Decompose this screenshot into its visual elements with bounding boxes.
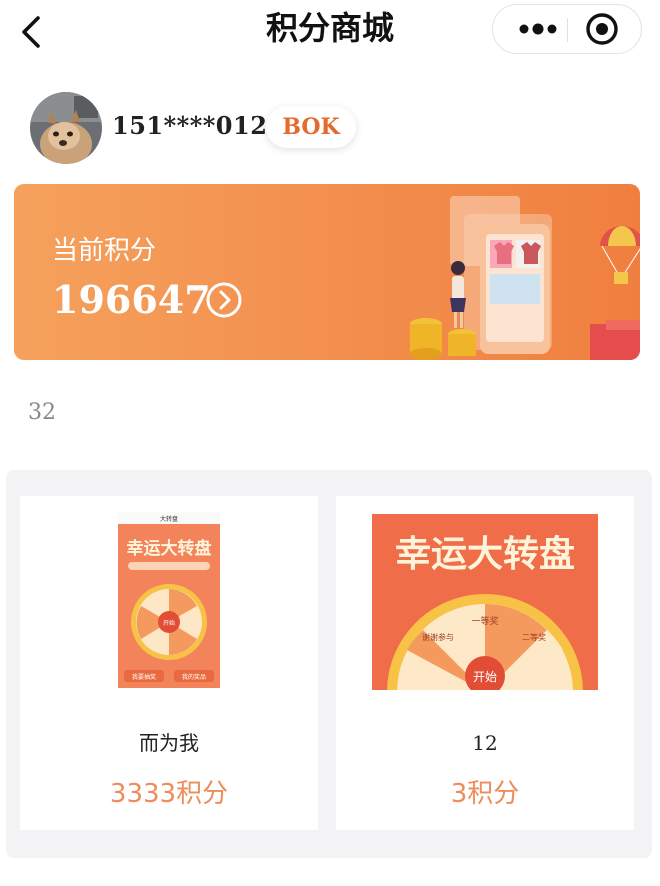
thumb-start: 开始 (163, 619, 175, 627)
chevron-right-circle-icon[interactable] (204, 280, 244, 320)
thumb-prize-left: 谢谢参与 (422, 632, 454, 642)
product-count: 32 (28, 400, 56, 425)
thumb-header: 大转盘 (160, 515, 178, 523)
miniprogram-capsule (492, 4, 642, 54)
shopping-illustration (410, 196, 640, 360)
thumb-title: 幸运大转盘 (127, 538, 212, 559)
product-card[interactable]: 幸运大转盘 一等奖 谢谢参与 二等奖 开始 12 3积分 (336, 496, 634, 830)
thumb-btn-right: 我的奖品 (182, 673, 206, 681)
thumb-prize-right: 二等奖 (522, 632, 546, 642)
product-thumbnail: 幸运大转盘 一等奖 谢谢参与 二等奖 开始 (372, 514, 598, 690)
product-grid: 大转盘 幸运大转盘 开始 我要抽奖 我的奖品 而为我 3333积分 幸运大转盘 (6, 470, 652, 858)
points-banner[interactable]: 当前积分 196647 (14, 184, 640, 360)
thumb-prize-top: 一等奖 (471, 615, 498, 627)
user-phone: 151****0122 (112, 111, 285, 140)
thumb-title: 幸运大转盘 (395, 533, 575, 575)
target-circle-icon[interactable] (581, 8, 623, 50)
avatar[interactable] (30, 92, 102, 164)
product-price: 3积分 (450, 779, 520, 809)
product-thumbnail: 大转盘 幸运大转盘 开始 我要抽奖 我的奖品 (118, 512, 220, 688)
more-dots-icon[interactable] (509, 5, 567, 53)
level-badge: BOK (266, 106, 356, 148)
capsule-divider (567, 18, 568, 42)
points-value: 196647 (52, 277, 211, 322)
product-name: 12 (472, 731, 498, 755)
thumb-btn-left: 我要抽奖 (132, 673, 156, 681)
points-label: 当前积分 (52, 236, 157, 266)
thumb-start: 开始 (473, 670, 497, 684)
product-price: 3333积分 (109, 779, 229, 809)
product-name: 而为我 (139, 731, 199, 755)
product-card[interactable]: 大转盘 幸运大转盘 开始 我要抽奖 我的奖品 而为我 3333积分 (20, 496, 318, 830)
